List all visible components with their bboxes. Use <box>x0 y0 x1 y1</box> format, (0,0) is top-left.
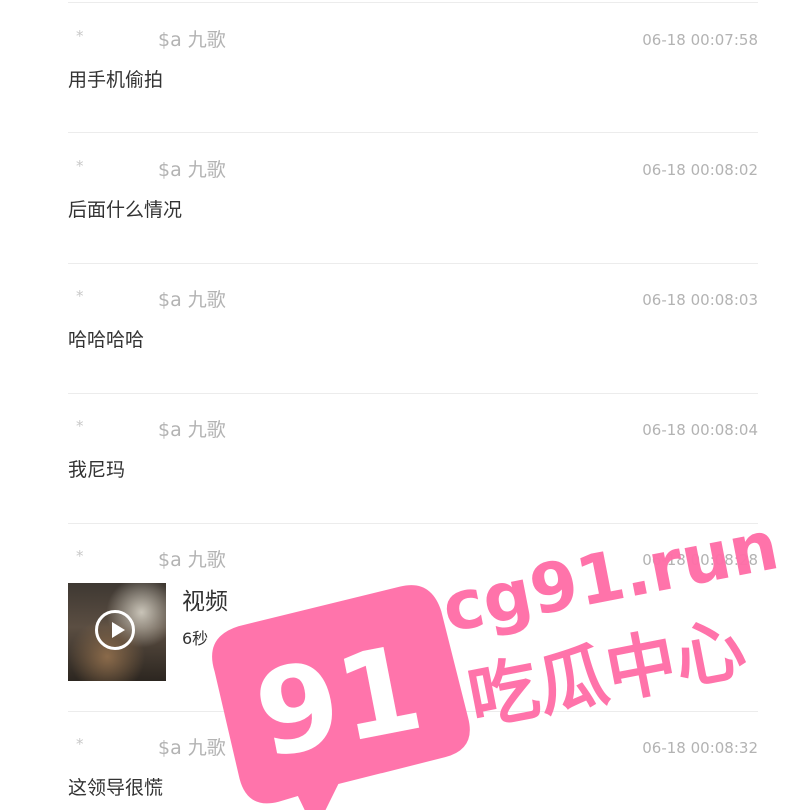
message-text: 哈哈哈哈 <box>68 329 145 351</box>
sender-name: $a 九歌 <box>158 737 226 759</box>
sender-name: $a 九歌 <box>158 289 226 311</box>
message-timestamp: 06-18 00:08:28 <box>642 551 758 569</box>
sender-name: $a 九歌 <box>158 159 226 181</box>
video-title[interactable]: 视频 <box>182 591 228 614</box>
message-text: 后面什么情况 <box>68 199 183 221</box>
message-text: 用手机偷拍 <box>68 69 164 91</box>
message-timestamp: 06-18 00:08:32 <box>642 739 758 757</box>
message-text: 我尼玛 <box>68 459 126 481</box>
message-item[interactable]: * $a 九歌 06-18 00:08:04 我尼玛 <box>68 393 758 524</box>
message-text: 这领导很慌 <box>68 777 164 799</box>
star-icon[interactable]: * <box>76 29 84 44</box>
star-icon[interactable]: * <box>76 737 84 752</box>
play-icon[interactable] <box>95 610 135 650</box>
message-item[interactable]: * $a 九歌 06-18 00:08:32 这领导很慌 <box>68 711 758 810</box>
message-timestamp: 06-18 00:08:03 <box>642 291 758 309</box>
sender-name: $a 九歌 <box>158 549 226 571</box>
sender-name: $a 九歌 <box>158 419 226 441</box>
message-item[interactable]: * $a 九歌 06-18 00:08:03 哈哈哈哈 <box>68 263 758 394</box>
star-icon[interactable]: * <box>76 159 84 174</box>
video-thumbnail[interactable] <box>68 583 166 681</box>
message-item[interactable]: * $a 九歌 06-18 00:07:58 用手机偷拍 <box>68 3 758 133</box>
star-icon[interactable]: * <box>76 289 84 304</box>
video-duration: 6秒 <box>182 629 209 648</box>
sender-name: $a 九歌 <box>158 29 226 51</box>
message-item[interactable]: * $a 九歌 06-18 00:08:02 后面什么情况 <box>68 133 758 264</box>
star-icon[interactable]: * <box>76 419 84 434</box>
message-item-video[interactable]: * $a 九歌 06-18 00:08:28 视频 6秒 <box>68 523 758 712</box>
message-timestamp: 06-18 00:08:04 <box>642 421 758 439</box>
message-timestamp: 06-18 00:07:58 <box>642 31 758 49</box>
message-timestamp: 06-18 00:08:02 <box>642 161 758 179</box>
star-icon[interactable]: * <box>76 549 84 564</box>
